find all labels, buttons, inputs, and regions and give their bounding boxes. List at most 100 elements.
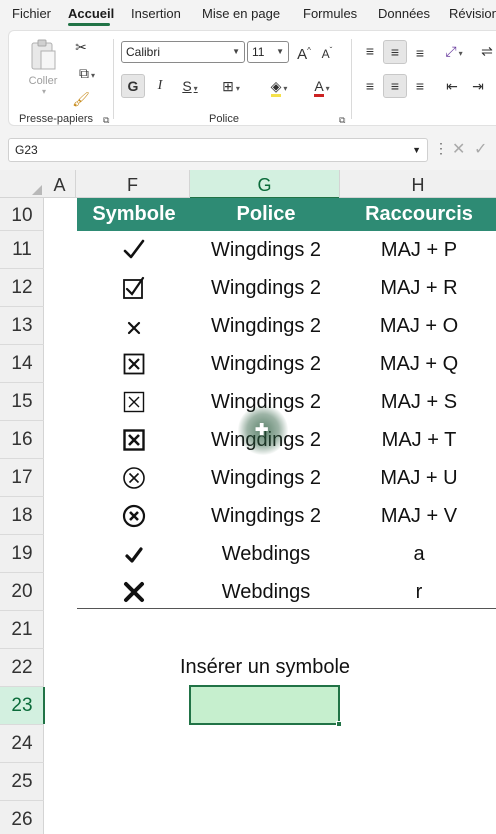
font-cell[interactable]: Wingdings 2 bbox=[191, 345, 341, 383]
shortcut-cell[interactable]: MAJ + Q bbox=[341, 345, 496, 383]
group-separator bbox=[351, 39, 352, 119]
row-header[interactable]: 16 bbox=[0, 421, 44, 459]
tab-revision[interactable]: Révision bbox=[449, 6, 496, 21]
decrease-indent-icon[interactable]: ⇤ bbox=[441, 76, 463, 96]
shortcut-cell[interactable]: MAJ + T bbox=[341, 421, 496, 459]
row-header[interactable]: 17 bbox=[0, 459, 44, 497]
table-row: Wingdings 2 MAJ + P bbox=[77, 231, 496, 269]
align-right-icon[interactable]: ≡ bbox=[409, 76, 431, 96]
symbol-cell[interactable] bbox=[77, 383, 191, 413]
more-options-icon[interactable]: ⋮ bbox=[434, 140, 448, 157]
row-header[interactable]: 13 bbox=[0, 307, 44, 345]
column-header-h[interactable]: H bbox=[340, 170, 496, 198]
column-header-f[interactable]: F bbox=[76, 170, 190, 198]
active-cell-g23[interactable] bbox=[189, 685, 342, 727]
tab-mise-en-page[interactable]: Mise en page bbox=[202, 6, 280, 21]
insert-symbol-label[interactable]: Insérer un symbole bbox=[150, 656, 380, 679]
align-left-icon[interactable]: ≡ bbox=[359, 76, 381, 96]
align-top-icon[interactable]: ≡ bbox=[359, 41, 381, 61]
align-middle-icon[interactable]: ≡ bbox=[383, 40, 407, 64]
font-cell[interactable]: Wingdings 2 bbox=[191, 497, 341, 535]
column-headers: A F G H bbox=[0, 170, 496, 199]
row-header[interactable]: 20 bbox=[0, 573, 44, 611]
borders-button[interactable]: ⊞ ▾ bbox=[213, 76, 249, 99]
shortcut-cell[interactable]: r bbox=[341, 573, 496, 611]
align-bottom-icon[interactable]: ≡ bbox=[409, 43, 431, 63]
symbol-cell[interactable] bbox=[77, 421, 191, 451]
symbol-cell[interactable] bbox=[77, 345, 191, 375]
header-symbole[interactable]: Symbole bbox=[77, 198, 191, 231]
font-color-button[interactable]: A ▾ bbox=[305, 76, 339, 99]
shortcut-cell[interactable]: MAJ + U bbox=[341, 459, 496, 497]
shortcut-cell[interactable]: MAJ + P bbox=[341, 231, 496, 269]
shortcut-cell[interactable]: a bbox=[341, 535, 496, 573]
clipboard-group-label: Presse-papiers bbox=[19, 113, 93, 125]
shortcut-cell[interactable]: MAJ + V bbox=[341, 497, 496, 535]
wrap-text-icon[interactable]: ⇌ bbox=[477, 41, 496, 61]
cancel-icon[interactable]: ✕ bbox=[452, 139, 465, 159]
symbol-cell[interactable] bbox=[77, 459, 191, 490]
tab-insertion[interactable]: Insertion bbox=[131, 6, 181, 21]
enter-icon[interactable]: ✓ bbox=[474, 139, 487, 159]
row-header[interactable]: 10 bbox=[0, 198, 44, 231]
row-header[interactable]: 22 bbox=[0, 649, 44, 687]
shortcut-cell[interactable]: MAJ + S bbox=[341, 383, 496, 421]
copy-icon[interactable]: ⧉ ▾ bbox=[69, 63, 105, 86]
row-header-selected[interactable]: 23 bbox=[0, 687, 45, 725]
tab-formules[interactable]: Formules bbox=[303, 6, 357, 21]
shortcut-cell[interactable]: MAJ + R bbox=[341, 269, 496, 307]
cut-icon[interactable]: ✂ bbox=[71, 37, 91, 57]
row-header[interactable]: 11 bbox=[0, 231, 44, 269]
font-cell[interactable]: Wingdings 2 bbox=[191, 269, 341, 307]
orientation-icon[interactable]: ⤢ ▾ bbox=[437, 41, 471, 64]
row-header[interactable]: 26 bbox=[0, 801, 44, 834]
name-box[interactable]: G23 ▼ bbox=[8, 138, 428, 162]
clipboard-launcher-icon[interactable]: ⧉ bbox=[103, 115, 109, 126]
symbol-cell[interactable] bbox=[77, 535, 191, 564]
font-launcher-icon[interactable]: ⧉ bbox=[339, 115, 345, 126]
symbol-cell[interactable] bbox=[77, 497, 191, 528]
select-all-button[interactable] bbox=[0, 170, 44, 198]
row-header[interactable]: 15 bbox=[0, 383, 44, 421]
format-painter-icon[interactable]: 🖌 bbox=[71, 89, 91, 109]
fill-color-button[interactable]: ◈ ▾ bbox=[261, 76, 297, 99]
row-header[interactable]: 14 bbox=[0, 345, 44, 383]
font-cell[interactable]: Wingdings 2 bbox=[191, 231, 341, 269]
italic-button[interactable]: I bbox=[151, 76, 169, 96]
row-header[interactable]: 25 bbox=[0, 763, 44, 801]
symbol-cell[interactable] bbox=[77, 307, 191, 336]
row-header[interactable]: 24 bbox=[0, 725, 44, 763]
chevron-down-icon: ▼ bbox=[412, 145, 421, 155]
font-cell[interactable]: Webdings bbox=[191, 535, 341, 573]
paste-dropdown-icon: ▾ bbox=[41, 87, 46, 96]
paste-button[interactable]: Coller ▾ bbox=[23, 37, 63, 99]
row-header[interactable]: 12 bbox=[0, 269, 44, 307]
column-header-a[interactable]: A bbox=[44, 170, 76, 198]
shrink-font-button[interactable]: Aˇ bbox=[317, 41, 337, 64]
font-cell[interactable]: Wingdings 2 bbox=[191, 307, 341, 345]
fill-handle[interactable] bbox=[336, 721, 342, 727]
font-name-select[interactable]: Calibri ▼ bbox=[121, 41, 245, 63]
row-header[interactable]: 21 bbox=[0, 611, 44, 649]
row-header[interactable]: 18 bbox=[0, 497, 44, 535]
row-headers: 10 11 12 13 14 15 16 17 18 19 20 21 22 2… bbox=[0, 198, 45, 834]
column-header-g[interactable]: G bbox=[190, 170, 340, 199]
header-police[interactable]: Police bbox=[191, 198, 341, 231]
increase-indent-icon[interactable]: ⇥ bbox=[467, 76, 489, 96]
font-cell[interactable]: Webdings bbox=[191, 573, 341, 611]
font-size-select[interactable]: 11 ▼ bbox=[247, 41, 289, 63]
grow-font-button[interactable]: A^ bbox=[294, 41, 314, 65]
shortcut-cell[interactable]: MAJ + O bbox=[341, 307, 496, 345]
header-raccourcis[interactable]: Raccourcis bbox=[341, 198, 496, 231]
tab-donnees[interactable]: Données bbox=[378, 6, 430, 21]
font-cell[interactable]: Wingdings 2 bbox=[191, 459, 341, 497]
tab-fichier[interactable]: Fichier bbox=[12, 6, 51, 21]
symbol-cell[interactable] bbox=[77, 573, 191, 603]
underline-button[interactable]: S ▾ bbox=[175, 76, 205, 99]
symbol-cell[interactable] bbox=[77, 269, 191, 300]
align-center-icon[interactable]: ≡ bbox=[383, 74, 407, 98]
bold-button[interactable]: G bbox=[121, 74, 145, 98]
tab-accueil[interactable]: Accueil bbox=[68, 6, 114, 21]
symbol-cell[interactable] bbox=[77, 231, 191, 262]
row-header[interactable]: 19 bbox=[0, 535, 44, 573]
